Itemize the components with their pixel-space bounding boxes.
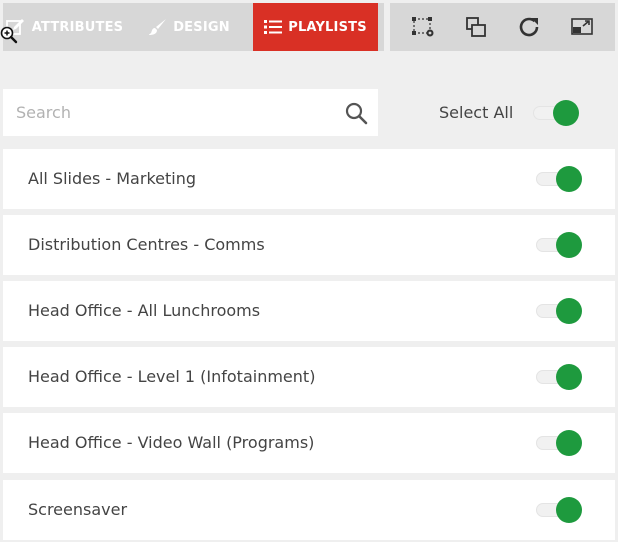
preview-button[interactable] (564, 9, 600, 45)
search-box (3, 89, 378, 136)
toggle-knob (556, 430, 582, 456)
playlist-toggle[interactable] (534, 496, 582, 524)
playlist-row[interactable]: All Slides - Marketing (3, 149, 615, 209)
tab-bar: ATTRIBUTES DESIGN PLAYLISTS (3, 3, 384, 51)
layers-button[interactable] (458, 9, 494, 45)
toggle-knob (556, 298, 582, 324)
select-region-button[interactable] (405, 9, 441, 45)
search-input[interactable] (3, 89, 323, 136)
playlist-name: Head Office - Level 1 (Infotainment) (28, 367, 316, 386)
toggle-knob (556, 232, 582, 258)
playlist-panel: ATTRIBUTES DESIGN PLAYLISTS Search Selec… (0, 0, 618, 542)
search-icon[interactable] (344, 101, 368, 125)
tab-design-label: DESIGN (173, 19, 230, 35)
tab-playlists-label: PLAYLISTS (288, 19, 367, 35)
toggle-knob (553, 100, 579, 126)
playlist-row[interactable]: Head Office - Level 1 (Infotainment) (3, 347, 615, 407)
select-all-label: Select All (439, 103, 514, 122)
playlist-name: Head Office - All Lunchrooms (28, 301, 261, 320)
tool-bar (390, 3, 615, 51)
toggle-knob (556, 166, 582, 192)
toggle-knob (556, 497, 582, 523)
playlist-toggle[interactable] (534, 231, 582, 259)
playlist-toggle[interactable] (534, 165, 582, 193)
list-icon (264, 20, 283, 34)
playlist-name: Screensaver (28, 500, 128, 519)
select-all-toggle[interactable] (531, 99, 579, 127)
tab-playlists[interactable]: PLAYLISTS (253, 3, 378, 51)
layers-icon (465, 17, 486, 37)
preview-icon (571, 18, 594, 35)
zoom-cursor-icon (0, 26, 18, 44)
refresh-button[interactable] (511, 9, 547, 45)
tab-attributes-label: ATTRIBUTES (31, 19, 124, 35)
select-region-icon (411, 17, 434, 37)
playlist-toggle[interactable] (534, 429, 582, 457)
playlist-name: All Slides - Marketing (28, 169, 196, 188)
playlist-row[interactable]: Distribution Centres - Comms (3, 215, 615, 275)
tab-attributes[interactable]: ATTRIBUTES (3, 3, 126, 51)
playlist-toggle[interactable] (534, 297, 582, 325)
playlist-name: Distribution Centres - Comms (28, 235, 265, 254)
refresh-icon (519, 17, 539, 37)
toggle-knob (556, 364, 582, 390)
playlist-row[interactable]: Head Office - Video Wall (Programs) (3, 413, 615, 473)
tab-design[interactable]: DESIGN (126, 3, 253, 51)
playlist-row[interactable]: Screensaver (3, 480, 615, 540)
playlist-toggle[interactable] (534, 363, 582, 391)
playlist-row[interactable]: Head Office - All Lunchrooms (3, 281, 615, 341)
brush-icon (149, 19, 167, 35)
playlist-name: Head Office - Video Wall (Programs) (28, 433, 315, 452)
